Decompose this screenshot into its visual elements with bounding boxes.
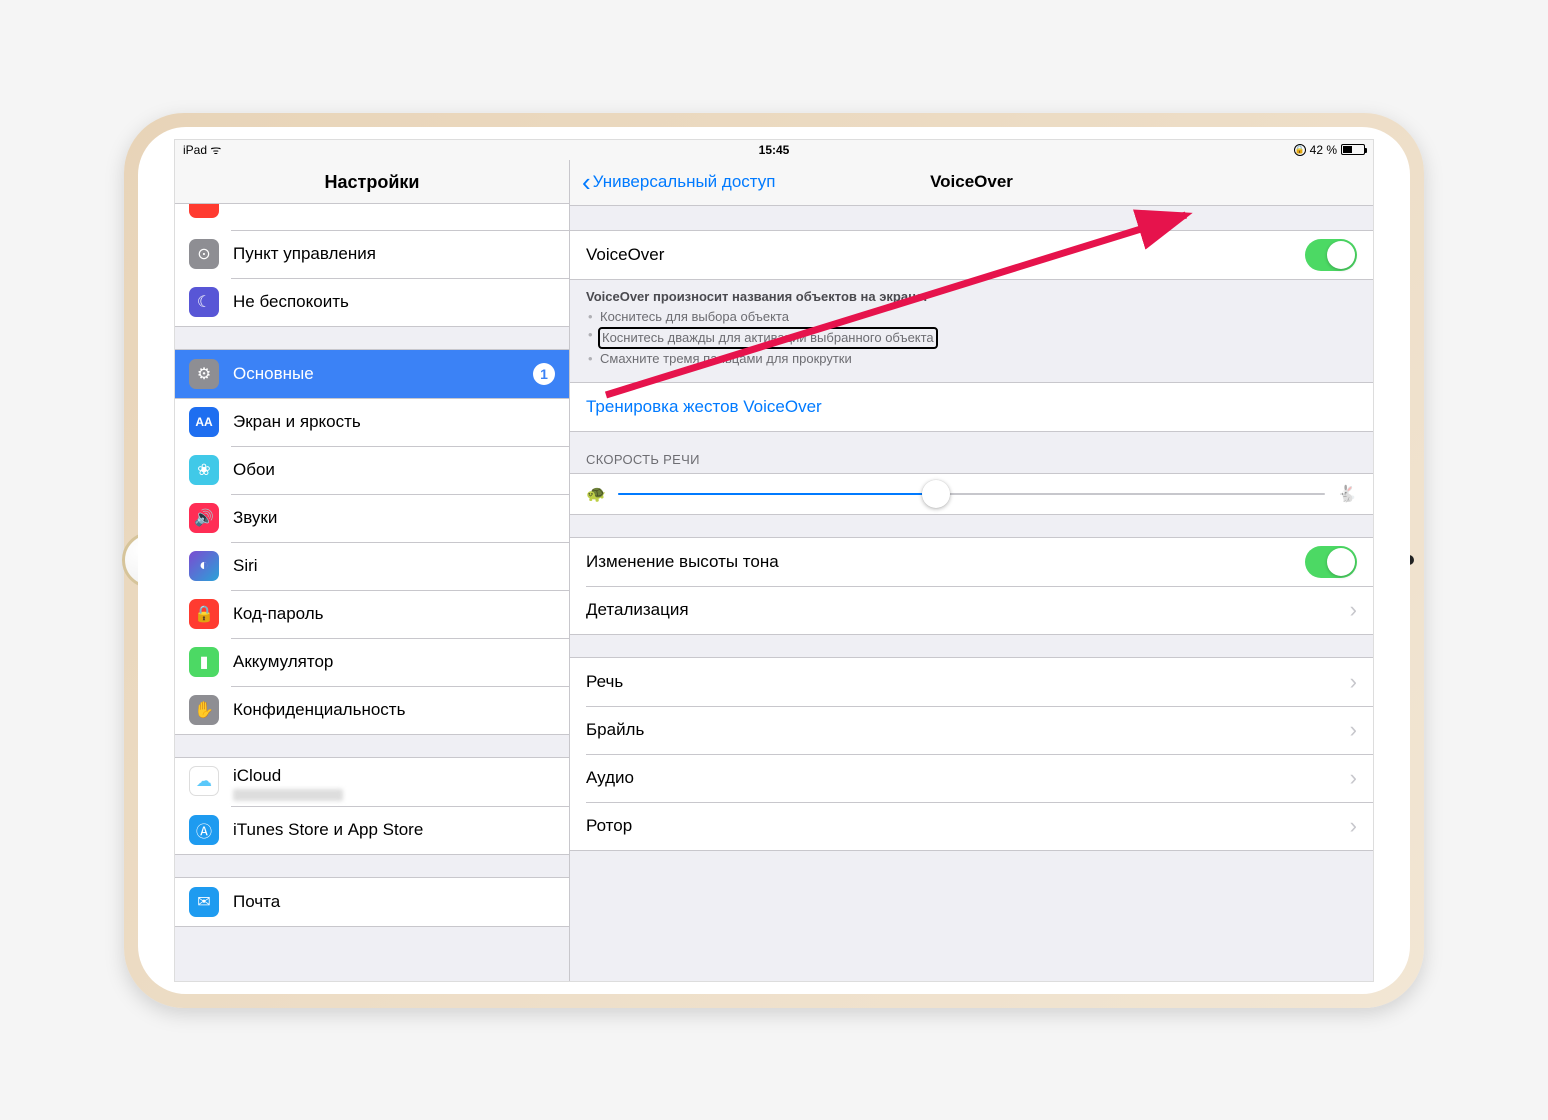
mail-icon: ✉: [189, 887, 219, 917]
voiceover-description: VoiceOver произносит названия объектов н…: [570, 280, 1373, 369]
status-time: 15:45: [759, 143, 790, 157]
speech-rate-header: СКОРОСТЬ РЕЧИ: [570, 432, 1373, 473]
chevron-right-icon: ›: [1350, 765, 1357, 791]
sidebar-item-display[interactable]: AA Экран и яркость: [175, 398, 569, 446]
cloud-icon: ☁: [189, 766, 219, 796]
voiceover-toggle-row[interactable]: VoiceOver: [570, 231, 1373, 279]
device-label: iPad: [183, 143, 207, 157]
lock-icon: 🔒: [189, 599, 219, 629]
battery-percent: 42 %: [1310, 143, 1337, 157]
hand-icon: ✋: [189, 695, 219, 725]
chevron-left-icon: ‹: [582, 167, 591, 198]
voiceover-toggle[interactable]: [1305, 239, 1357, 271]
speech-rate-slider[interactable]: 🐢 🐇: [570, 474, 1373, 514]
flower-icon: ❀: [189, 455, 219, 485]
chevron-right-icon: ›: [1350, 813, 1357, 839]
moon-icon: ☾: [189, 287, 219, 317]
speech-row[interactable]: Речь ›: [570, 658, 1373, 706]
speaker-icon: 🔊: [189, 503, 219, 533]
appstore-icon: Ⓐ: [189, 815, 219, 845]
turtle-icon: 🐢: [586, 484, 606, 504]
redacted-account: [233, 789, 343, 801]
audio-row[interactable]: Аудио ›: [570, 754, 1373, 802]
control-center-icon: ⊙: [189, 239, 219, 269]
sidebar-item-wallpaper[interactable]: ❀ Обои: [175, 446, 569, 494]
battery-icon: ▮: [189, 647, 219, 677]
sidebar-item-general[interactable]: ⚙ Основные 1: [175, 350, 569, 398]
nav-bar: ‹ Универсальный доступ VoiceOver: [570, 160, 1373, 206]
gear-icon: ⚙: [189, 359, 219, 389]
sidebar-item-siri[interactable]: ◐ Siri: [175, 542, 569, 590]
braille-row[interactable]: Брайль ›: [570, 706, 1373, 754]
rotor-row[interactable]: Ротор ›: [570, 802, 1373, 850]
sidebar-item-sounds[interactable]: 🔊 Звуки: [175, 494, 569, 542]
display-icon: AA: [189, 407, 219, 437]
pitch-toggle-row[interactable]: Изменение высоты тона: [570, 538, 1373, 586]
wifi-icon: ᯤ: [210, 143, 221, 157]
settings-sidebar: Настройки ⊙ Пункт управления ☾ Не беспок…: [175, 160, 570, 981]
status-bar: iPad ᯤ 15:45 🔒 42 %: [175, 140, 1373, 160]
sidebar-item-icloud[interactable]: ☁ iCloud: [175, 758, 569, 806]
pitch-toggle[interactable]: [1305, 546, 1357, 578]
sidebar-item-battery[interactable]: ▮ Аккумулятор: [175, 638, 569, 686]
sidebar-item-privacy[interactable]: ✋ Конфиденциальность: [175, 686, 569, 734]
sidebar-item-mail[interactable]: ✉ Почта: [175, 878, 569, 926]
chevron-right-icon: ›: [1350, 597, 1357, 623]
rotation-lock-icon: 🔒: [1294, 144, 1306, 156]
verbosity-row[interactable]: Детализация ›: [570, 586, 1373, 634]
sidebar-title: Настройки: [175, 160, 569, 204]
detail-pane: ‹ Универсальный доступ VoiceOver VoiceOv…: [570, 160, 1373, 981]
battery-icon: [1341, 144, 1365, 155]
sidebar-item-dnd[interactable]: ☾ Не беспокоить: [175, 278, 569, 326]
sidebar-item-control-center[interactable]: ⊙ Пункт управления: [175, 230, 569, 278]
sidebar-item-passcode[interactable]: 🔒 Код-пароль: [175, 590, 569, 638]
siri-icon: ◐: [189, 551, 219, 581]
page-title: VoiceOver: [930, 172, 1013, 192]
back-button[interactable]: ‹ Универсальный доступ: [582, 167, 775, 198]
badge: 1: [533, 363, 555, 385]
rabbit-icon: 🐇: [1337, 484, 1357, 504]
chevron-right-icon: ›: [1350, 717, 1357, 743]
focused-bullet: Коснитесь дважды для активации выбранног…: [598, 327, 938, 349]
chevron-right-icon: ›: [1350, 669, 1357, 695]
practice-gestures-link[interactable]: Тренировка жестов VoiceOver: [570, 383, 1373, 431]
sidebar-item-itunes[interactable]: Ⓐ iTunes Store и App Store: [175, 806, 569, 854]
